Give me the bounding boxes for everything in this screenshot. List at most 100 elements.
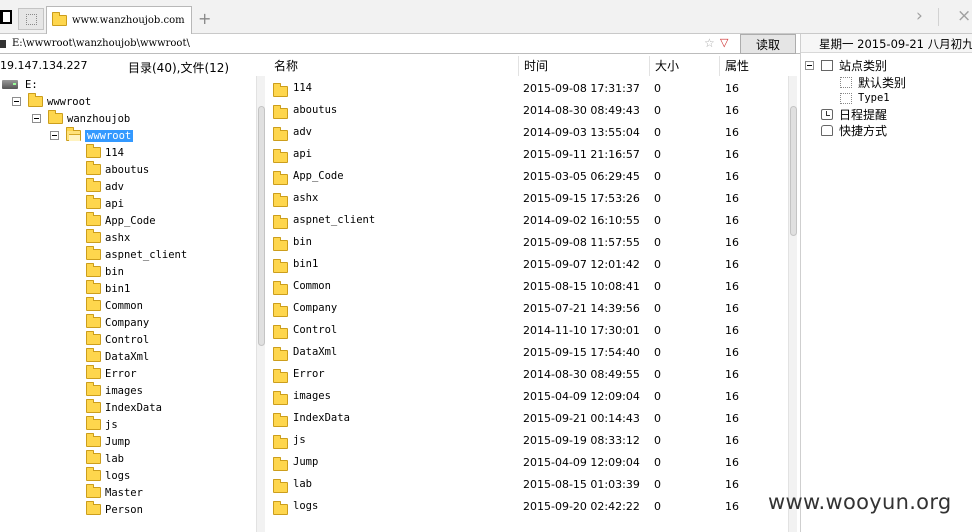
- chevron-right-icon[interactable]: ›: [916, 6, 923, 26]
- tree-node-child[interactable]: Jump: [86, 433, 130, 450]
- file-row[interactable]: bin1 2015-09-07 12:01:42 0 16: [268, 254, 788, 276]
- file-row[interactable]: lab 2015-08-15 01:03:39 0 16: [268, 474, 788, 496]
- tree-node-child[interactable]: Control: [86, 331, 149, 348]
- chevron-down-icon[interactable]: ▽: [720, 36, 728, 49]
- file-size: 0: [654, 82, 661, 95]
- column-divider[interactable]: [649, 56, 650, 76]
- tree-node-child[interactable]: lab: [86, 450, 124, 467]
- folder-icon: [86, 331, 101, 345]
- file-size: 0: [654, 456, 661, 469]
- tree-node-child[interactable]: aboutus: [86, 161, 149, 178]
- file-row[interactable]: App_Code 2015-03-05 06:29:45 0 16: [268, 166, 788, 188]
- tree-node-child[interactable]: 114: [86, 144, 124, 161]
- folder-icon: [28, 93, 43, 107]
- file-row[interactable]: bin 2015-09-08 11:57:55 0 16: [268, 232, 788, 254]
- column-header-name[interactable]: 名称: [274, 57, 298, 74]
- file-name: DataXml: [293, 346, 338, 358]
- folder-icon: [86, 297, 101, 311]
- column-header-attr[interactable]: 属性: [725, 57, 749, 74]
- tree-node-child[interactable]: logs: [86, 467, 130, 484]
- column-divider[interactable]: [518, 56, 519, 76]
- tree-node-child[interactable]: aspnet_client: [86, 246, 187, 263]
- window-icon[interactable]: [0, 10, 12, 24]
- tree-node-child[interactable]: images: [86, 382, 143, 399]
- column-header-time[interactable]: 时间: [524, 57, 548, 74]
- tree-node-child[interactable]: bin1: [86, 280, 130, 297]
- file-list-scrollbar[interactable]: [788, 76, 797, 532]
- tab-active[interactable]: www.wanzhoujob.com: [46, 6, 192, 34]
- file-row[interactable]: aspnet_client 2014-09-02 16:10:55 0 16: [268, 210, 788, 232]
- tree-node-child[interactable]: DataXml: [86, 348, 149, 365]
- tree-node-child[interactable]: bin: [86, 263, 124, 280]
- file-row[interactable]: api 2015-09-11 21:16:57 0 16: [268, 144, 788, 166]
- file-row[interactable]: js 2015-09-19 08:33:12 0 16: [268, 430, 788, 452]
- folder-icon: [86, 382, 101, 396]
- file-row[interactable]: DataXml 2015-09-15 17:54:40 0 16: [268, 342, 788, 364]
- tree-node-wwwroot[interactable]: wwwroot: [12, 93, 91, 110]
- file-row[interactable]: logs 2015-09-20 02:42:22 0 16: [268, 496, 788, 518]
- collapse-toggle-icon[interactable]: [50, 131, 59, 140]
- tree-node-drive[interactable]: E:: [2, 76, 38, 93]
- star-icon[interactable]: ☆: [704, 36, 715, 50]
- tree-scrollbar[interactable]: [256, 76, 265, 532]
- tree-node-child[interactable]: Common: [86, 297, 143, 314]
- file-attr: 16: [725, 346, 739, 359]
- tree-node-child[interactable]: adv: [86, 178, 124, 195]
- column-divider[interactable]: [719, 56, 720, 76]
- add-tab-button[interactable]: +: [198, 9, 211, 28]
- tab-blank[interactable]: [18, 8, 44, 30]
- file-time: 2015-09-20 02:42:22: [523, 500, 640, 513]
- file-name: Control: [293, 324, 338, 336]
- file-name: IndexData: [293, 412, 350, 424]
- file-row[interactable]: Control 2014-11-10 17:30:01 0 16: [268, 320, 788, 342]
- collapse-toggle-icon[interactable]: [12, 97, 21, 106]
- file-row[interactable]: aboutus 2014-08-30 08:49:43 0 16: [268, 100, 788, 122]
- file-name: Common: [293, 280, 331, 292]
- file-row[interactable]: Common 2015-08-15 10:08:41 0 16: [268, 276, 788, 298]
- read-button[interactable]: 读取: [740, 34, 796, 54]
- tree-node-child[interactable]: App_Code: [86, 212, 156, 229]
- shortcut-label: 快捷方式: [839, 123, 888, 138]
- schedule-node[interactable]: 日程提醒: [821, 106, 887, 122]
- schedule-label: 日程提醒: [839, 107, 888, 122]
- collapse-toggle-icon[interactable]: [805, 60, 814, 70]
- file-row[interactable]: IndexData 2015-09-21 00:14:43 0 16: [268, 408, 788, 430]
- tree-node-child[interactable]: Error: [86, 365, 137, 382]
- type1-label: Type1: [858, 92, 890, 104]
- category-icon: [840, 92, 852, 104]
- file-row[interactable]: adv 2014-09-03 13:55:04 0 16: [268, 122, 788, 144]
- file-attr: 16: [725, 368, 739, 381]
- scrollbar-thumb[interactable]: [790, 106, 797, 236]
- tree-label: ashx: [105, 231, 131, 244]
- tree-node-child[interactable]: js: [86, 416, 118, 433]
- folder-icon: [273, 501, 288, 515]
- drive-icon: [0, 40, 6, 48]
- file-attr: 16: [725, 148, 739, 161]
- file-row[interactable]: Error 2014-08-30 08:49:55 0 16: [268, 364, 788, 386]
- file-row[interactable]: ashx 2015-09-15 17:53:26 0 16: [268, 188, 788, 210]
- tree-node-child[interactable]: Master: [86, 484, 143, 501]
- type1-node[interactable]: Type1: [840, 90, 890, 106]
- tree-node-child[interactable]: Company: [86, 314, 149, 331]
- tree-node-wwwroot-selected[interactable]: wwwroot: [50, 127, 134, 144]
- tree-node-child[interactable]: ashx: [86, 229, 130, 246]
- tree-node-child[interactable]: api: [86, 195, 124, 212]
- path-input[interactable]: [12, 35, 702, 52]
- site-category-node[interactable]: 站点类别: [805, 57, 887, 73]
- collapse-toggle-icon[interactable]: [32, 114, 41, 123]
- file-row[interactable]: Jump 2015-04-09 12:09:04 0 16: [268, 452, 788, 474]
- file-attr: 16: [725, 82, 739, 95]
- file-row[interactable]: Company 2015-07-21 14:39:56 0 16: [268, 298, 788, 320]
- default-category-node[interactable]: 默认类别: [840, 74, 906, 90]
- scrollbar-thumb[interactable]: [258, 106, 265, 346]
- shortcut-node[interactable]: 快捷方式: [821, 122, 887, 138]
- file-row[interactable]: 114 2015-09-08 17:31:37 0 16: [268, 78, 788, 100]
- tree-node-wanzhoujob[interactable]: wanzhoujob: [32, 110, 130, 127]
- file-row[interactable]: images 2015-04-09 12:09:04 0 16: [268, 386, 788, 408]
- tree-node-child[interactable]: Person: [86, 501, 143, 518]
- close-icon[interactable]: ×: [957, 6, 971, 26]
- tree-node-child[interactable]: IndexData: [86, 399, 162, 416]
- file-time: 2015-04-09 12:09:04: [523, 456, 640, 469]
- column-header-size[interactable]: 大小: [655, 57, 679, 74]
- folder-icon: [86, 433, 101, 447]
